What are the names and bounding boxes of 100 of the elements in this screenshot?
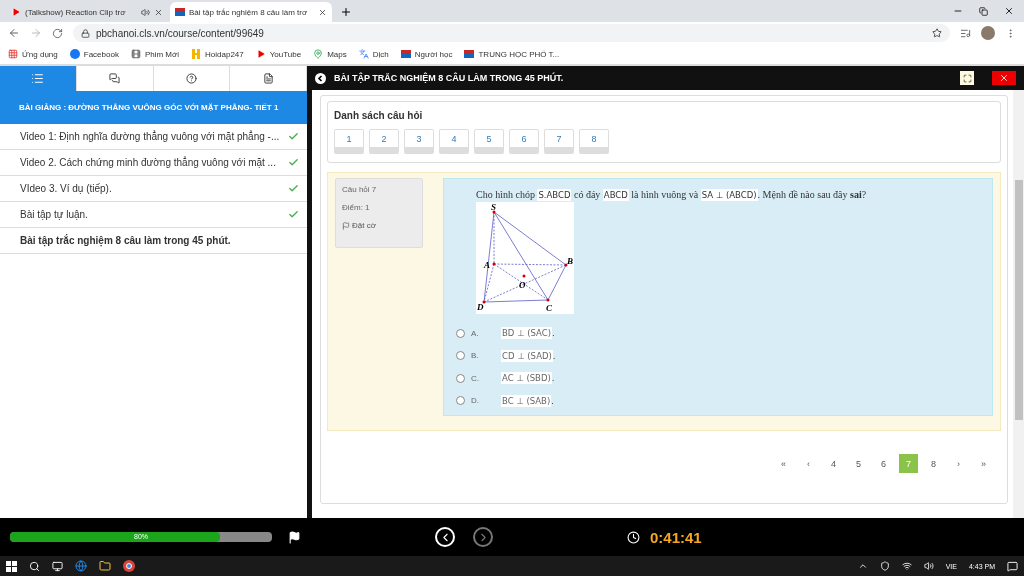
flag-icon[interactable]: [288, 530, 301, 544]
check-icon: [288, 157, 299, 168]
option-text: BC ⊥ (SAB): [501, 394, 552, 407]
page-button[interactable]: 4: [824, 454, 843, 473]
browser-icon[interactable]: [75, 560, 87, 572]
lesson-item[interactable]: VIdeo 3. Ví dụ (tiếp).: [0, 176, 307, 202]
bookmark[interactable]: Phim Mới: [130, 49, 180, 59]
bookmark[interactable]: Ứng dụng: [8, 49, 58, 59]
restore-icon[interactable]: [979, 7, 988, 16]
option-letter: A.: [471, 328, 480, 338]
network-icon[interactable]: [901, 561, 912, 571]
previous-button[interactable]: [435, 527, 455, 547]
map-icon: [313, 49, 324, 59]
bookmark[interactable]: Dịch: [358, 49, 389, 59]
flag-icon: [342, 221, 350, 230]
lesson-item[interactable]: Bài tập trắc nghiệm 8 câu làm trong 45 phút.: [0, 228, 307, 254]
page-button[interactable]: «: [774, 454, 793, 473]
page-button[interactable]: 6: [874, 454, 893, 473]
star-icon[interactable]: [932, 28, 942, 38]
option-period: .: [552, 350, 556, 361]
option-letter: D.: [471, 396, 480, 406]
close-icon[interactable]: [1004, 6, 1014, 16]
fullscreen-icon: [962, 73, 972, 83]
question-button[interactable]: 8: [579, 129, 609, 154]
flag-icon: [175, 8, 185, 16]
close-icon[interactable]: [318, 7, 327, 17]
question-button[interactable]: 1: [334, 129, 364, 154]
search-icon[interactable]: [29, 560, 40, 572]
question-button[interactable]: 5: [474, 129, 504, 154]
lesson-heading: BÀI GIẢNG : ĐƯỜNG THẲNG VUÔNG GÓC VỚI MẶT PHẲNG- TIẾT 1: [0, 91, 307, 124]
page-button[interactable]: ›: [949, 454, 968, 473]
option-letter: B.: [471, 351, 480, 361]
shield-icon[interactable]: [879, 561, 890, 571]
timer: 0:41:41: [650, 528, 702, 546]
lesson-item[interactable]: Bài tập tự luận.: [0, 202, 307, 228]
option-text: AC ⊥ (SBD): [501, 372, 552, 385]
apps-icon: [8, 49, 18, 59]
notification-icon[interactable]: [1007, 560, 1018, 572]
radio-button[interactable]: [456, 396, 465, 406]
reload-icon[interactable]: [52, 27, 63, 39]
fullscreen-button[interactable]: [960, 71, 974, 85]
page-button[interactable]: 5: [849, 454, 868, 473]
page-button[interactable]: 8: [924, 454, 943, 473]
question-button[interactable]: 4: [439, 129, 469, 154]
playlist-icon[interactable]: [960, 27, 971, 39]
sidebar-tab[interactable]: [0, 66, 77, 91]
question-button[interactable]: 3: [404, 129, 434, 154]
scrollbar[interactable]: [1013, 90, 1024, 518]
check-icon: [288, 183, 299, 194]
new-tab-icon[interactable]: [340, 6, 352, 18]
lesson-item[interactable]: Video 2. Cách chứng minh đường thẳng vuông với mặt ...: [0, 150, 307, 176]
folder-icon[interactable]: [99, 560, 111, 572]
translate-icon: [358, 49, 369, 59]
radio-button[interactable]: [456, 328, 465, 338]
flag-link[interactable]: Đặt cờ: [352, 221, 376, 230]
lesson-item[interactable]: Video 1: Định nghĩa đường thẳng vuông với mặt phẳng -...: [0, 124, 307, 150]
play-icon: [11, 7, 21, 17]
windows-icon[interactable]: [6, 560, 17, 572]
check-icon: [288, 209, 299, 220]
bookmark[interactable]: TRUNG HỌC PHỔ T...: [464, 49, 560, 59]
bookmark[interactable]: YouTube: [255, 49, 302, 59]
list-icon: [31, 72, 45, 85]
flag-icon: [400, 50, 411, 58]
bookmark[interactable]: Hoidap247: [191, 49, 244, 59]
chevron-up-icon[interactable]: [857, 561, 868, 571]
radio-button[interactable]: [456, 351, 465, 361]
next-button[interactable]: [473, 527, 493, 547]
check-icon: [288, 131, 299, 142]
flag-icon: [464, 50, 475, 58]
question-button[interactable]: 7: [544, 129, 574, 154]
quiz-title: BÀI TẬP TRẮC NGHIỆM 8 CÂU LÀM TRONG 45 PHÚT.: [334, 73, 565, 83]
question-button[interactable]: 2: [369, 129, 399, 154]
speaker-icon[interactable]: [923, 561, 934, 571]
page-button[interactable]: ‹: [799, 454, 818, 473]
bookmark[interactable]: Maps: [313, 49, 347, 59]
document-icon: [262, 73, 274, 84]
option-text: BD ⊥ (SAC): [501, 327, 552, 340]
close-button[interactable]: [992, 71, 1016, 85]
option-text: CD ⊥ (SAD): [501, 349, 553, 362]
option-period: .: [551, 395, 554, 406]
h-logo-icon: [191, 49, 202, 59]
radio-button[interactable]: [456, 373, 465, 383]
option-period: .: [552, 328, 555, 339]
lock-icon: [81, 28, 90, 38]
close-icon: [999, 73, 1009, 83]
question-points: Điểm: 1: [342, 203, 371, 212]
bookmark[interactable]: Người học: [400, 49, 453, 59]
address-bar[interactable]: pbchanoi.cls.vn/course/content/99649: [73, 24, 950, 42]
chat-icon: [109, 73, 121, 84]
page-button[interactable]: »: [974, 454, 993, 473]
film-icon: [130, 49, 141, 59]
task-view-icon[interactable]: [52, 560, 63, 572]
bookmark[interactable]: Facebook: [69, 49, 119, 59]
option-period: .: [551, 373, 555, 384]
avatar[interactable]: [981, 26, 995, 40]
browser-tab[interactable]: Bài tập trắc nghiệm 8 câu làm trơ: [170, 2, 332, 22]
question-button[interactable]: 6: [509, 129, 539, 154]
back-icon[interactable]: [315, 72, 326, 84]
browser-tab[interactable]: (Talkshow) Reaction Clip trơ: [6, 2, 168, 22]
play-icon: [255, 49, 266, 59]
